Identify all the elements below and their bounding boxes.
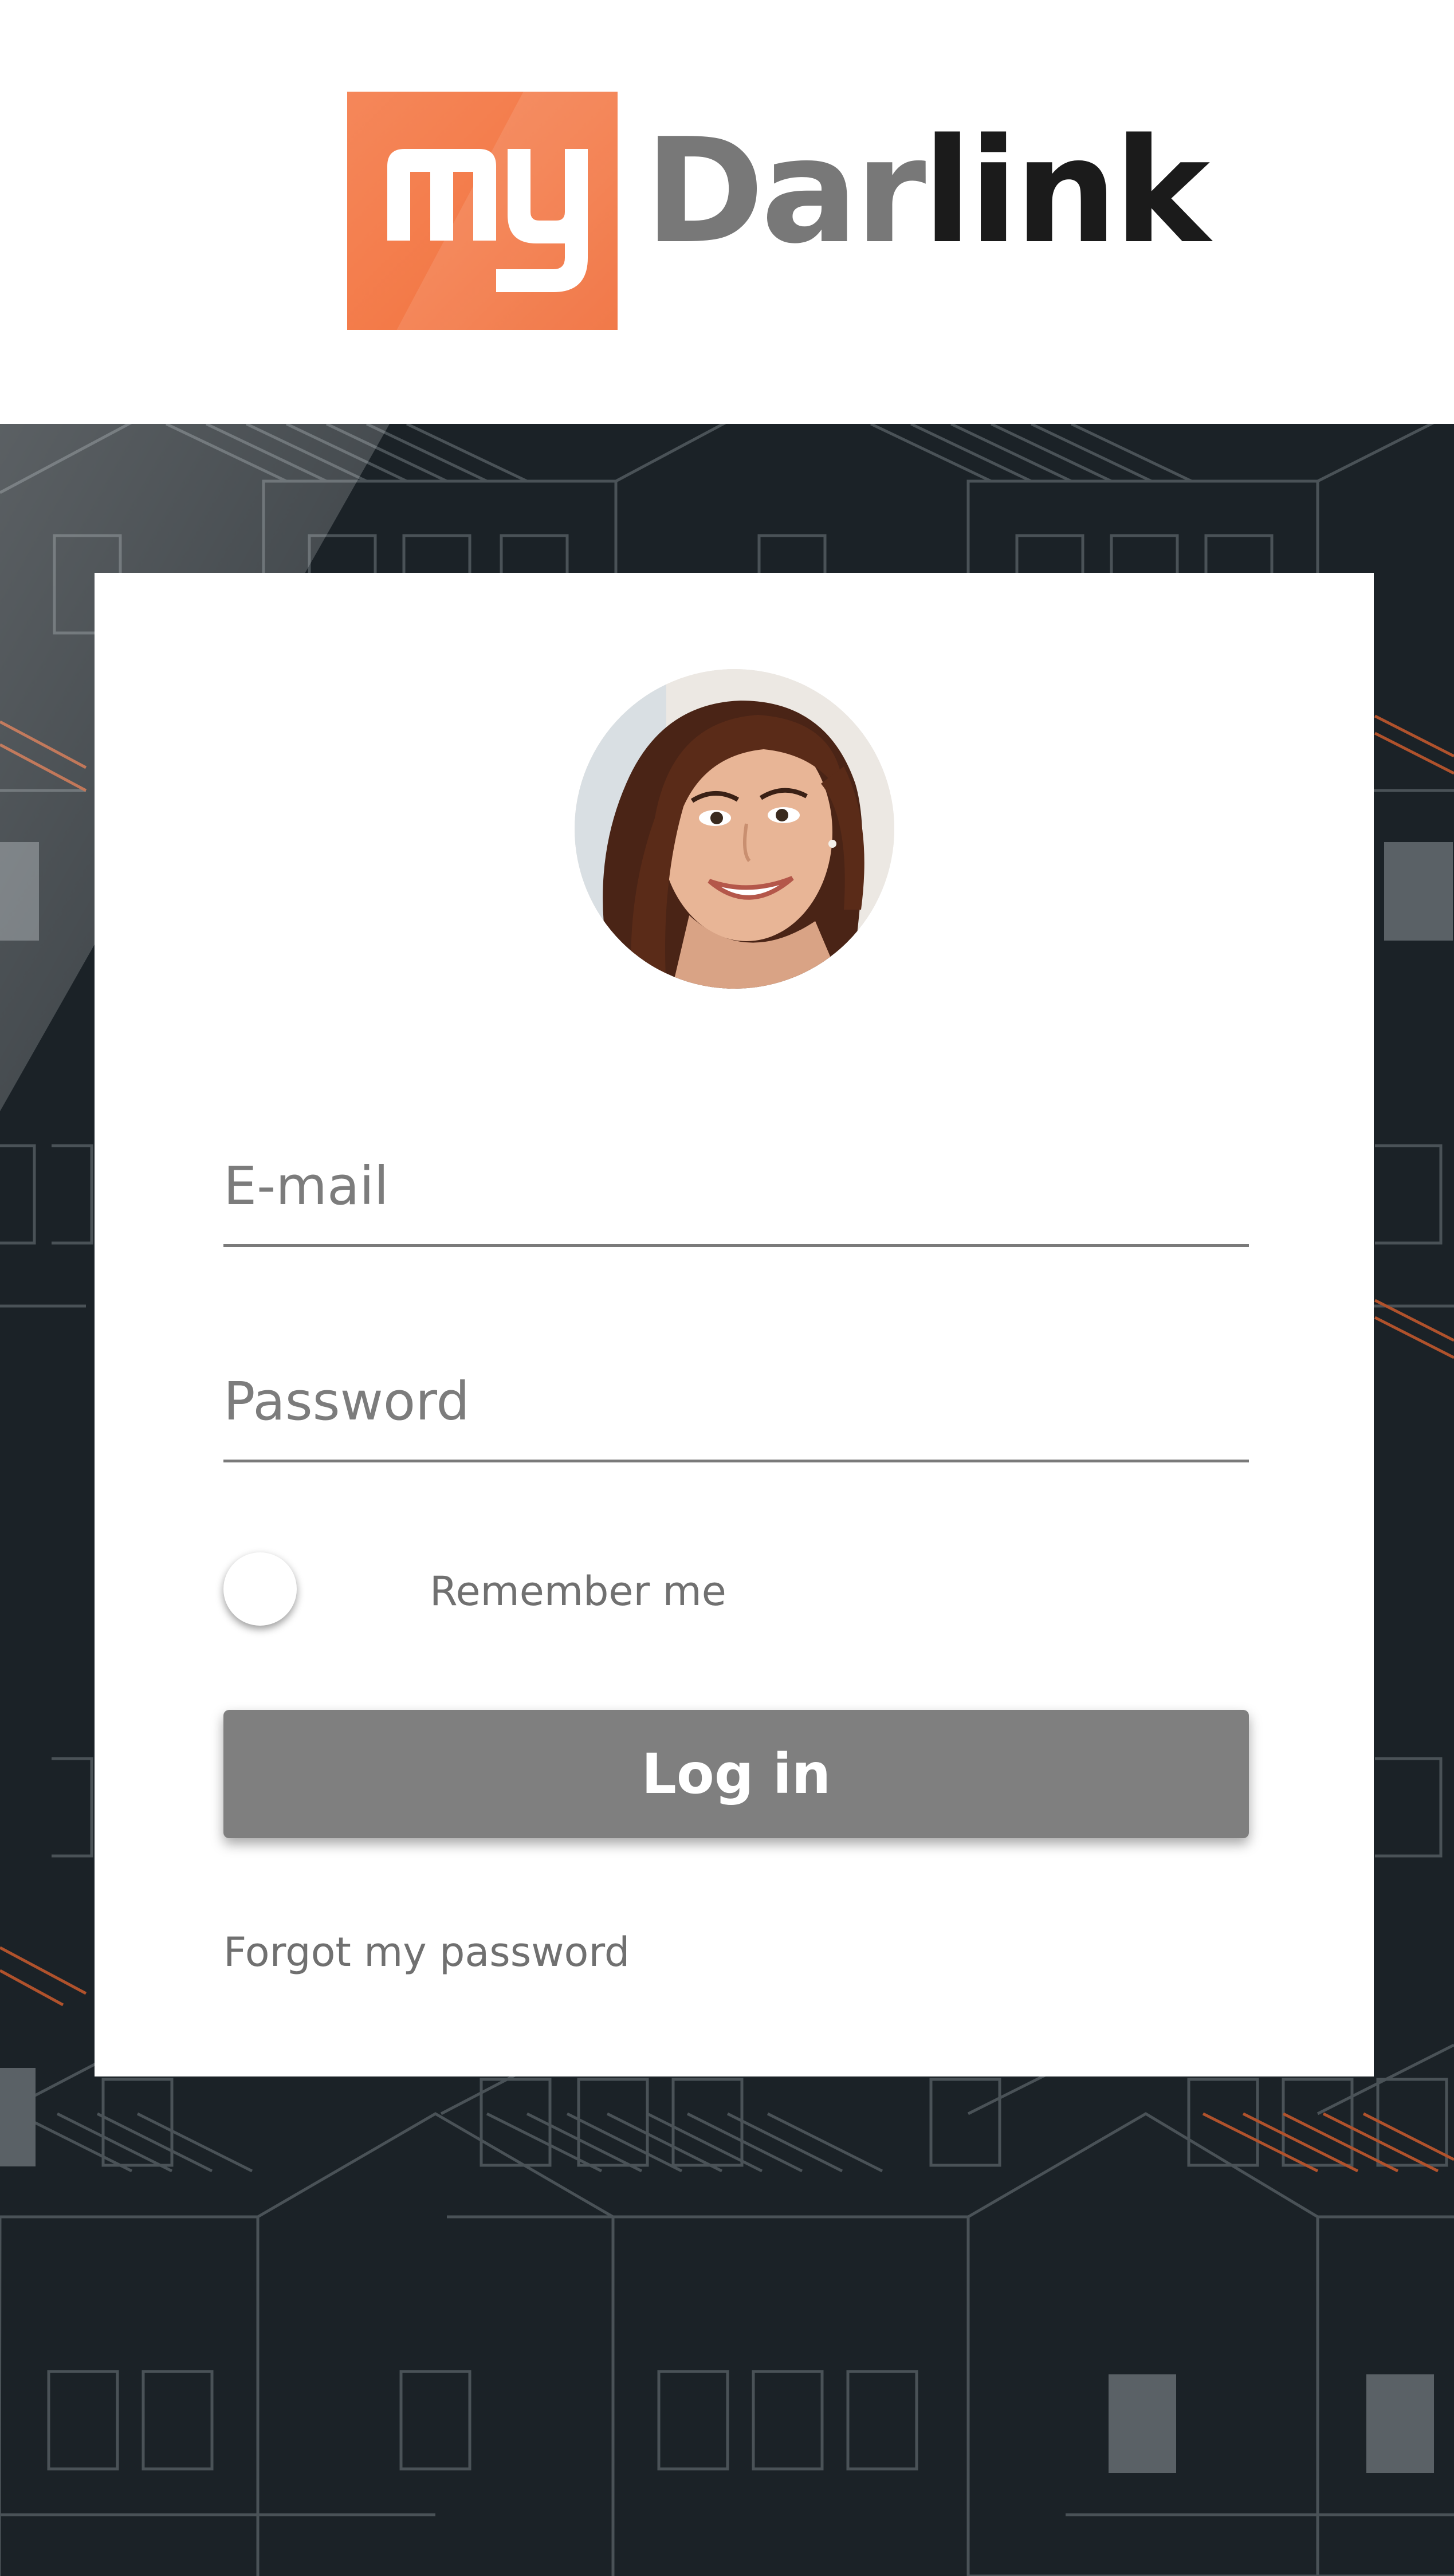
header: Darlink <box>0 0 1454 424</box>
forgot-password-link[interactable]: Forgot my password <box>223 1926 630 1978</box>
mydarlink-wordmark: Darlink <box>645 120 1210 264</box>
login-button[interactable]: Log in <box>223 1710 1249 1838</box>
login-card: Remember me Log in Forgot my password <box>95 573 1374 2076</box>
user-avatar-photo <box>575 669 894 989</box>
remember-me-toggle[interactable] <box>223 1552 297 1626</box>
wordmark-light: Dar <box>645 108 926 276</box>
email-input[interactable] <box>223 1155 1249 1217</box>
email-field-container <box>223 1147 1249 1247</box>
remember-me-label: Remember me <box>430 1568 726 1615</box>
my-logo-icon <box>387 149 588 292</box>
woman-portrait-icon <box>575 669 894 989</box>
password-input[interactable] <box>223 1371 1249 1432</box>
mydarlink-logo-mark <box>347 92 618 330</box>
wordmark-dark: link <box>922 108 1211 276</box>
password-field-container <box>223 1362 1249 1462</box>
